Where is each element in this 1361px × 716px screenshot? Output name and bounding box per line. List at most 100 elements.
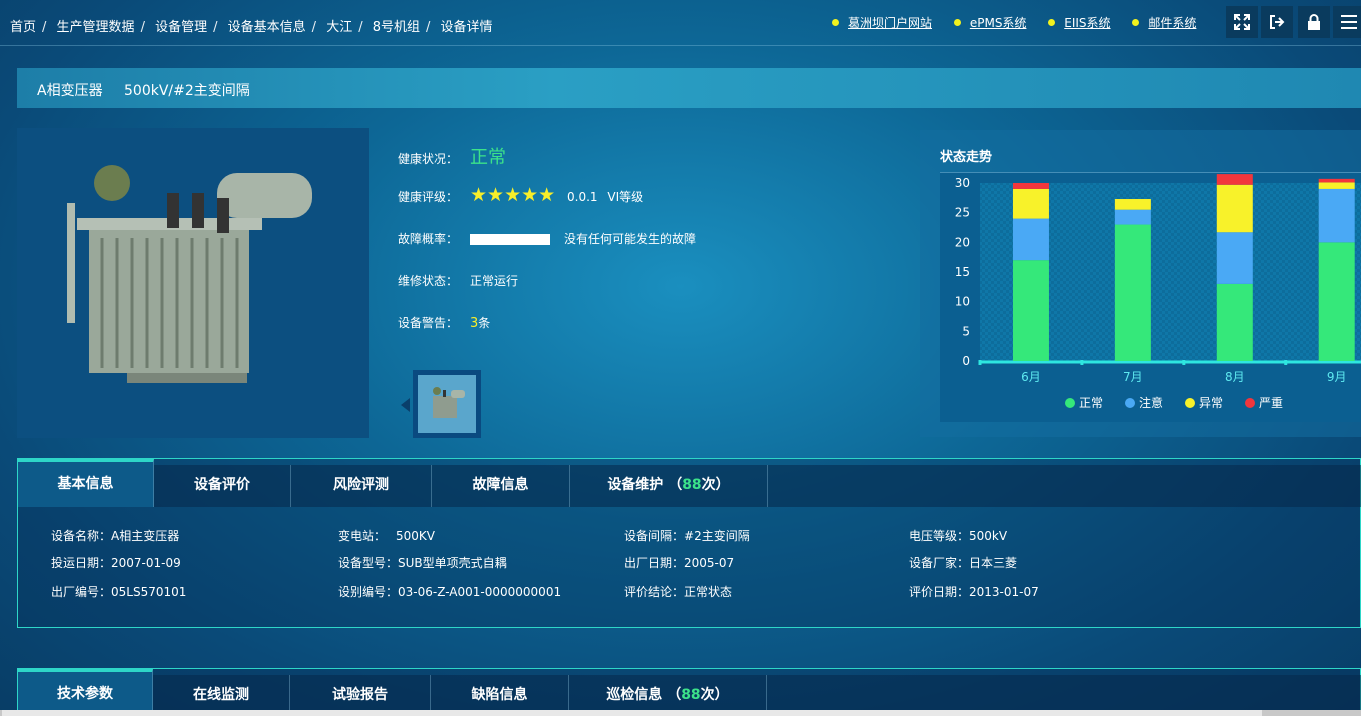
link-mail-text[interactable]: 邮件系统 (1148, 16, 1196, 30)
link-eiis[interactable]: EIIS系统 (1048, 14, 1111, 31)
tab-label: 风险评测 (333, 477, 389, 493)
y-tick-label: 15 (955, 265, 970, 279)
tab-label: 基本信息 (57, 476, 114, 492)
chart-title: 状态走势 (940, 150, 993, 165)
rating-stars-icon: ★★★★★ (470, 184, 556, 206)
device-warning-row[interactable]: 设备警告： 3条 (398, 314, 490, 331)
breadcrumb-unit-8[interactable]: 8号机组 (373, 16, 420, 35)
status-trend-chart: 0 5 10 15 20 25 30 6月 7月 8月 9月 正常 注意 异常 严重 (940, 172, 1361, 422)
breadcrumb-dajiang[interactable]: 大江 (326, 16, 352, 35)
field-manufacture-date: 出厂日期：2005-07 (624, 554, 734, 571)
x-tick-mark (1182, 360, 1186, 365)
link-portal[interactable]: 葛洲坝门户网站 (832, 14, 932, 31)
field-device-model: 设备型号：SUB型单项壳式自耦 (338, 554, 507, 571)
legend-marker (1245, 398, 1255, 408)
tab-risk-assessment[interactable]: 风险评测 (291, 465, 432, 507)
tab-label: 技术参数 (57, 686, 113, 702)
breadcrumb-separator: / (311, 20, 317, 35)
y-tick-label: 10 (955, 295, 970, 309)
y-tick-label: 0 (962, 354, 970, 368)
horizontal-scrollbar[interactable] (0, 710, 1361, 716)
breadcrumb-device-management[interactable]: 设备管理 (155, 16, 207, 35)
tab-label: 试验报告 (332, 687, 388, 703)
tab-label: 在线监测 (193, 687, 249, 703)
x-tick-mark (978, 360, 982, 365)
tab-count-prefix: （ (668, 477, 683, 493)
field-label: 设备名称： (51, 529, 112, 543)
breadcrumb-separator: / (213, 20, 218, 35)
legend-marker (1185, 398, 1195, 408)
link-portal-text[interactable]: 葛洲坝门户网站 (848, 16, 932, 30)
breadcrumb-production-data[interactable]: 生产管理数据 (57, 16, 135, 35)
menu-icon[interactable] (1333, 6, 1361, 38)
field-evaluation-result: 评价结论：正常状态 (624, 583, 732, 600)
tab-count: 88 (682, 477, 702, 493)
x-tick-label: 8月 (1225, 370, 1245, 384)
thumbnail-prev-arrow-icon[interactable] (401, 398, 410, 412)
scrollbar-thumb[interactable] (2, 710, 1262, 716)
system-links: 葛洲坝门户网站 ePMS系统 EIIS系统 邮件系统 (832, 14, 1214, 31)
field-serial-number: 出厂编号：05LS570101 (51, 583, 186, 600)
bar-segment (1114, 209, 1151, 225)
thumbnail-image (418, 375, 476, 433)
field-value: 2005-07 (684, 556, 735, 570)
bar-segment (1216, 232, 1253, 284)
tab-technical-params[interactable]: 技术参数 (18, 669, 153, 716)
field-value: A相主变压器 (111, 529, 180, 543)
field-label: 电压等级： (909, 529, 970, 543)
bullet-dot (953, 19, 961, 26)
lock-icon[interactable] (1298, 6, 1330, 38)
tab-label: 故障信息 (472, 477, 529, 493)
bar-segment (1114, 199, 1151, 210)
health-rating-row: 健康评级： ★★★★★ 0.0.1 VI等级 (398, 184, 643, 206)
logout-icon[interactable] (1261, 6, 1293, 38)
field-value: 500KV (396, 529, 435, 543)
tab-basic-info[interactable]: 基本信息 (18, 459, 154, 507)
y-tick-label: 5 (962, 324, 970, 338)
maintenance-status-value: 正常运行 (470, 274, 519, 288)
field-value: 日本三菱 (969, 556, 1018, 570)
tab-label: 设备评价 (194, 477, 250, 493)
tab-device-maintenance[interactable]: 设备维护 （88次） (570, 465, 768, 507)
field-value: #2主变间隔 (684, 529, 750, 543)
device-image (17, 128, 369, 438)
device-bay-title: 500kV/#2主变间隔 (124, 83, 250, 99)
link-epms-text[interactable]: ePMS系统 (970, 16, 1027, 30)
tab-count: 88 (681, 687, 701, 703)
legend-label: 严重 (1259, 396, 1283, 410)
bar-segment (1012, 260, 1049, 361)
tab-device-evaluation[interactable]: 设备评价 (154, 465, 291, 507)
field-value: 03-06-Z-A001-0000000001 (398, 585, 562, 599)
bar-segment (1318, 182, 1355, 189)
tab-fault-info[interactable]: 故障信息 (432, 465, 570, 507)
device-thumbnail[interactable] (413, 370, 481, 438)
breadcrumb-home[interactable]: 首页 (10, 16, 36, 35)
field-label: 出厂日期： (624, 556, 685, 570)
legend-label: 注意 (1139, 395, 1163, 410)
bar-segment (1012, 183, 1049, 189)
fault-probability-label: 故障概率： (398, 232, 459, 246)
y-tick-label: 25 (955, 206, 970, 220)
bar-segment (1216, 184, 1253, 233)
x-tick-label: 7月 (1123, 370, 1143, 384)
field-value: 2013-01-07 (969, 585, 1039, 599)
maintenance-status-label: 维修状态： (398, 274, 459, 288)
health-status-row: 健康状况： 正常 (398, 143, 506, 169)
field-label: 变电站： (338, 529, 387, 543)
field-device-name: 设备名称：A相主变压器 (51, 527, 179, 544)
x-tick-label: 9月 (1327, 370, 1347, 384)
link-mail[interactable]: 邮件系统 (1132, 14, 1196, 31)
link-eiis-text[interactable]: EIIS系统 (1064, 16, 1110, 30)
transformer-thumb-icon (433, 387, 465, 418)
bar-segment (1216, 174, 1253, 185)
field-value: SUB型单项壳式自耦 (398, 556, 507, 570)
breadcrumb-device-basic-info[interactable]: 设备基本信息 (228, 16, 306, 35)
bar-segment (1318, 242, 1355, 361)
link-epms[interactable]: ePMS系统 (953, 14, 1027, 31)
health-status-value: 正常 (470, 147, 506, 168)
breadcrumb-separator: / (42, 20, 47, 35)
tab-count-suffix: 次） (701, 477, 730, 493)
breadcrumb-device-detail: 设备详情 (440, 20, 493, 35)
bar-segment (1318, 188, 1355, 243)
fullscreen-icon[interactable] (1226, 6, 1258, 38)
